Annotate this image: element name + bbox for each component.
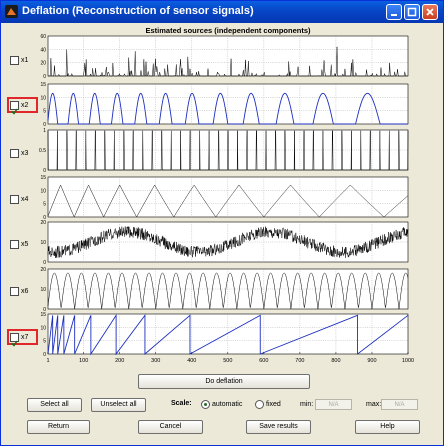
y-tick-label: 0 [43,168,46,174]
close-button[interactable] [422,4,438,20]
x-tick-label: 300 [151,358,160,364]
return-button[interactable]: Return [27,420,90,434]
panel-x5: 0 10 20 [40,220,409,266]
checkbox-label-x1: x1 [21,57,29,64]
checkbox-label-x4: x4 [21,196,29,203]
y-tick-label: 5 [43,202,46,208]
maximize-icon [407,7,417,17]
checkbox-x3[interactable] [10,149,19,158]
y-tick-label: 10 [40,287,46,293]
close-icon [426,8,434,16]
maximize-button[interactable] [404,4,420,20]
x-tick-label: 600 [259,358,268,364]
checkbox-x7[interactable] [10,333,19,347]
minimize-button[interactable] [386,4,402,20]
check-icon [11,340,18,347]
window-title: Deflation (Reconstruction of sensor sign… [22,5,254,17]
minimize-icon [391,14,397,16]
y-tick-label: 5 [43,339,46,345]
title-bar[interactable]: Deflation (Reconstruction of sensor sign… [1,1,443,23]
y-tick-label: 20 [40,61,46,67]
scale-label: Scale: [171,400,192,407]
max-label: max: [366,401,382,408]
panel-x1: 0 20 40 60 [40,34,409,80]
x-tick-label: 800 [331,358,340,364]
y-tick-label: 0 [43,260,46,266]
y-tick-label: 15 [40,82,46,88]
select-all-button[interactable]: Select all [27,398,82,412]
radio-automatic[interactable] [201,400,210,409]
chart-title: Estimated sources (independent component… [145,26,311,35]
x-tick-label: 1 [46,358,49,364]
radio-automatic-label: automatic [212,401,243,408]
y-tick-label: 10 [40,240,46,246]
checkbox-x1[interactable] [10,56,19,65]
y-tick-label: 15 [40,312,46,318]
deflation-window: Deflation (Reconstruction of sensor sign… [0,0,444,446]
y-tick-label: 40 [40,47,46,53]
checkbox-label-x3: x3 [21,150,29,157]
min-label: min: [300,401,314,408]
panel-x7: 051015 [40,312,409,358]
x-tick-label: 900 [367,358,376,364]
radio-selected-dot [204,403,207,406]
panel-x3: 00.51 [39,128,409,174]
save-results-button[interactable]: Save results [246,420,311,434]
y-tick-label: 15 [40,175,46,181]
checkbox-x4[interactable] [10,195,19,204]
y-tick-label: 0.5 [39,148,46,154]
checkbox-x2[interactable] [10,101,19,115]
radio-fixed[interactable] [255,400,264,409]
client-area: Estimated sources (independent component… [4,23,440,444]
y-tick-label: 10 [40,95,46,101]
x-tick-label: 500 [223,358,232,364]
min-input[interactable]: N/A [315,399,352,410]
checkbox-label-x6: x6 [21,288,29,295]
y-tick-label: 1 [43,128,46,134]
checkbox-label-x5: x5 [21,241,29,248]
matlab-icon [5,5,18,18]
panel-x4: 051015 [40,175,409,221]
checkbox-x5[interactable] [10,240,19,249]
x-tick-label: 200 [115,358,124,364]
check-icon [11,108,18,115]
x-tick-label: 100 [79,358,88,364]
y-tick-label: 60 [40,34,46,40]
checkbox-label-x2: x2 [21,102,29,109]
y-tick-label: 10 [40,188,46,194]
y-tick-label: 0 [43,74,46,80]
checkbox-label-x7: x7 [21,334,29,341]
y-tick-label: 5 [43,109,46,115]
sources-chart: Estimated sources (independent component… [39,26,414,364]
x-tick-label: 1000 [402,358,414,364]
help-button[interactable]: Help [355,420,420,434]
y-tick-label: 20 [40,267,46,273]
panel-x6: 01020 [40,267,409,313]
y-tick-label: 10 [40,325,46,331]
cancel-button[interactable]: Cancel [138,420,203,434]
unselect-all-button[interactable]: Unselect all [91,398,146,412]
max-input[interactable]: N/A [381,399,418,410]
y-tick-label: 20 [40,220,46,226]
panel-x2: 051015 [40,82,409,128]
checkbox-x6[interactable] [10,287,19,296]
x-tick-label: 400 [187,358,196,364]
do-deflation-button[interactable]: Do deflation [138,374,310,389]
radio-fixed-label: fixed [266,401,281,408]
x-tick-label: 700 [295,358,304,364]
